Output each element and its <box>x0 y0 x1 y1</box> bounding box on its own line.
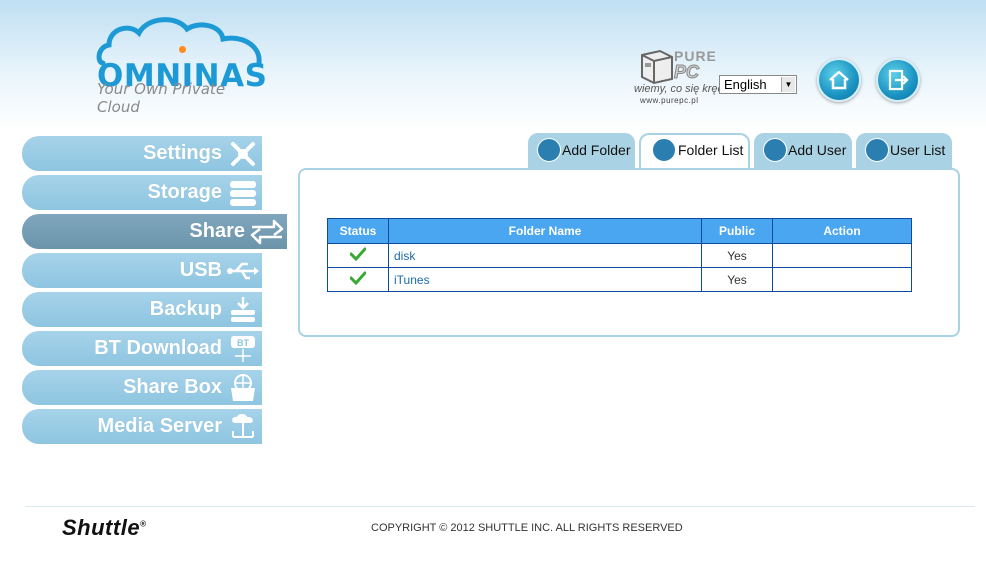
table-header-row: Status Folder Name Public Action <box>327 218 912 244</box>
public-cell: Yes <box>701 243 773 268</box>
share-box-icon <box>231 374 255 401</box>
public-cell: Yes <box>701 267 773 292</box>
tab-label: User List <box>890 142 946 158</box>
folder-name-link[interactable]: disk <box>388 243 702 268</box>
sidebar-item-label: Share <box>189 220 245 242</box>
checkmark-icon <box>349 271 367 286</box>
tab-label: Add Folder <box>562 142 631 158</box>
svg-text:BT: BT <box>237 338 249 348</box>
sidebar-item-backup[interactable]: Backup <box>22 292 262 327</box>
watermark-tagline: wiemy, co się kręci <box>634 83 726 95</box>
status-cell <box>327 243 389 268</box>
shuttle-brand: Shuttle <box>62 515 141 540</box>
column-header-action: Action <box>772 218 912 244</box>
sidebar-item-storage[interactable]: Storage <box>22 175 262 210</box>
add-folder-icon <box>537 138 561 162</box>
table-row: iTunes Yes <box>327 267 912 292</box>
table-row: disk Yes <box>327 243 912 268</box>
tab-label: Folder List <box>678 142 744 158</box>
sidebar-item-share-box[interactable]: Share Box <box>22 370 262 405</box>
tab-add-folder[interactable]: Add Folder <box>528 133 635 169</box>
copyright-text: COPYRIGHT © 2012 SHUTTLE INC. ALL RIGHTS… <box>371 522 683 534</box>
shuttle-logo: Shuttle® <box>62 515 147 540</box>
action-cell <box>772 267 912 292</box>
sidebar-item-label: Share Box <box>123 376 222 398</box>
media-server-icon <box>232 414 254 438</box>
column-header-public: Public <box>701 218 773 244</box>
watermark-line2: PC <box>673 62 700 83</box>
add-user-icon <box>763 138 787 162</box>
logo-dot <box>179 46 186 53</box>
checkmark-icon <box>349 247 367 262</box>
watermark-url: www.purepc.pl <box>640 96 699 105</box>
language-select[interactable]: English ▼ <box>719 75 797 94</box>
sidebar-item-settings[interactable]: Settings <box>22 136 262 171</box>
logo-tagline: Your Own Private Cloud <box>97 80 226 116</box>
tab-user-list[interactable]: User List <box>856 133 952 169</box>
status-cell <box>327 267 389 292</box>
action-cell <box>772 243 912 268</box>
sidebar-item-label: Storage <box>147 181 222 203</box>
chevron-down-icon[interactable]: ▼ <box>781 77 795 92</box>
omninas-logo: OMNINAS Your Own Private Cloud <box>95 15 267 116</box>
sidebar-item-bt-download[interactable]: BT Download BT <box>22 331 262 366</box>
sidebar-item-label: Settings <box>143 142 222 164</box>
storage-icon <box>230 181 256 206</box>
pc-case-icon <box>641 49 673 85</box>
home-button[interactable] <box>817 58 861 102</box>
tools-icon <box>231 142 255 166</box>
column-header-folder-name: Folder Name <box>388 218 702 244</box>
sidebar-item-label: Media Server <box>97 415 222 437</box>
sidebar-item-usb[interactable]: USB <box>22 253 262 288</box>
home-icon <box>829 70 849 90</box>
tab-add-user[interactable]: Add User <box>754 133 852 169</box>
folder-list-icon <box>652 138 676 162</box>
folder-name-link[interactable]: iTunes <box>388 267 702 292</box>
sidebar-item-media-server[interactable]: Media Server <box>22 409 262 444</box>
share-arrows-icon <box>250 219 284 245</box>
user-list-icon <box>865 138 889 162</box>
bt-download-icon: BT <box>231 336 255 362</box>
footer-divider <box>25 506 975 507</box>
logout-button[interactable] <box>876 58 920 102</box>
tab-folder-list[interactable]: Folder List <box>639 133 750 169</box>
logout-icon <box>888 69 909 91</box>
sidebar-item-share[interactable]: Share <box>22 214 287 249</box>
usb-icon <box>227 262 259 280</box>
language-value: English <box>724 77 767 92</box>
folder-table: Status Folder Name Public Action disk Ye… <box>327 218 912 292</box>
sidebar-item-label: USB <box>179 259 222 281</box>
sidebar-item-label: BT Download <box>94 337 222 359</box>
column-header-status: Status <box>327 218 389 244</box>
sidebar-item-label: Backup <box>149 298 222 320</box>
backup-icon <box>231 297 255 322</box>
tab-label: Add User <box>788 142 847 158</box>
